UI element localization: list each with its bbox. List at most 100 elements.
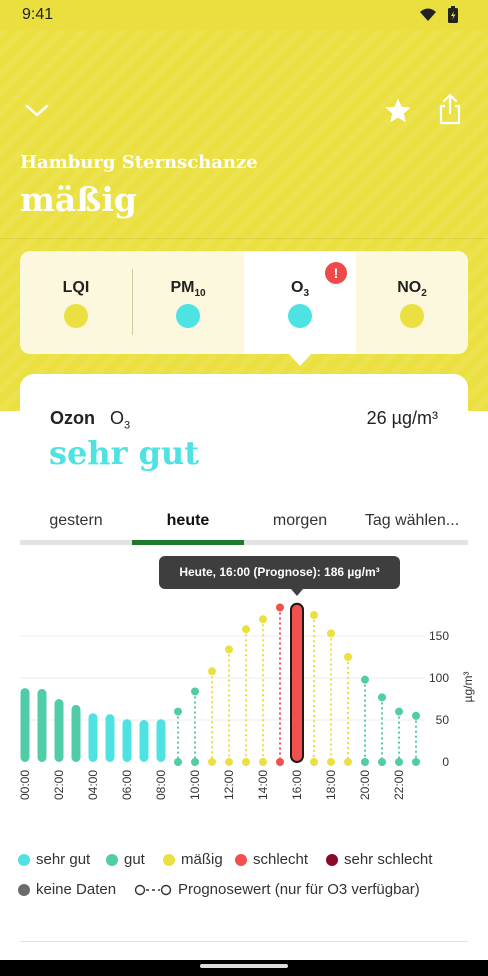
no2-status-dot <box>400 304 424 328</box>
pollutant-selector: LQI PM10 O3 ! NO2 <box>20 251 468 366</box>
tab-no2[interactable]: NO2 <box>356 251 468 354</box>
tab-o3[interactable]: O3 ! <box>244 251 356 366</box>
forecast-point <box>259 615 267 624</box>
x-tick-label: 00:00 <box>18 770 32 800</box>
legend-label: mäßig <box>181 851 223 868</box>
o3-status-dot <box>288 304 312 328</box>
pm10-status-dot <box>176 304 200 328</box>
x-tick-label: 04:00 <box>86 770 100 800</box>
x-tick-label: 10:00 <box>188 770 202 800</box>
measured-bar <box>71 704 81 762</box>
forecast-base-point <box>242 758 250 766</box>
forecast-marker-icon <box>134 884 172 896</box>
measured-bar <box>37 688 47 762</box>
tab-lqi-label: LQI <box>62 279 90 296</box>
forecast-base-point <box>225 758 233 766</box>
y-tick-label: 50 <box>436 713 450 727</box>
status-icons <box>418 6 468 29</box>
forecast-base-point <box>174 758 182 766</box>
selected-tab-caret <box>289 354 311 366</box>
x-tick-label: 22:00 <box>392 770 406 800</box>
x-tick-label: 06:00 <box>120 770 134 800</box>
lqi-status-dot <box>64 304 88 328</box>
selected-forecast-bar <box>290 602 304 764</box>
legend-dot <box>106 854 118 866</box>
legend-dot <box>235 854 247 866</box>
station-name: Hamburg Sternschanze <box>20 152 258 173</box>
measured-bar <box>88 713 98 762</box>
legend-label: sehr schlecht <box>344 851 433 868</box>
legend-dot <box>18 884 30 896</box>
forecast-base-point <box>412 758 420 766</box>
x-tick-label: 08:00 <box>154 770 168 800</box>
forecast-point <box>327 629 335 638</box>
forecast-base-point <box>310 758 318 766</box>
forecast-point <box>208 667 216 676</box>
ozone-hourly-chart[interactable]: 0 50 100 150 µg/m³ 00:00 02:00 04:00 06:00 08:00 1… <box>0 590 488 825</box>
measured-bar <box>156 719 166 762</box>
home-indicator[interactable] <box>200 964 288 968</box>
share-icon[interactable] <box>437 92 463 131</box>
tab-gestern[interactable]: gestern <box>20 505 132 545</box>
forecast-point <box>395 707 403 716</box>
forecast-base-point <box>344 758 352 766</box>
legend-row: sehr gut gut mäßig schlecht sehr schlech… <box>18 848 478 878</box>
y-tick-label: 0 <box>442 755 449 769</box>
forecast-point <box>191 687 199 696</box>
pollutant-formula: O3 <box>110 408 131 432</box>
legend-row: keine Daten Prognosewert (nur für O3 ver… <box>18 878 478 908</box>
x-tick-label: 18:00 <box>324 770 338 800</box>
status-bar: 9:41 <box>0 0 488 30</box>
measured-bar <box>105 714 115 762</box>
forecast-point <box>361 675 369 684</box>
forecast-base-point <box>327 758 335 766</box>
forecast-point <box>276 603 284 612</box>
chart-legend: sehr gut gut mäßig schlecht sehr schlech… <box>18 848 478 908</box>
legend-label: sehr gut <box>36 851 91 868</box>
forecast-point <box>242 625 250 634</box>
legend-dot <box>326 854 338 866</box>
tab-tag-waehlen[interactable]: Tag wählen... <box>356 505 468 545</box>
forecast-base-point <box>395 758 403 766</box>
tab-lqi[interactable]: LQI <box>20 251 132 354</box>
bottom-divider <box>20 941 468 942</box>
measured-bar <box>139 720 149 762</box>
pollutant-rating: sehr gut <box>49 434 200 472</box>
chevron-down-icon[interactable] <box>24 102 50 125</box>
legend-dot <box>163 854 175 866</box>
forecast-point <box>310 611 318 619</box>
legend-label: Prognosewert (nur für O3 verfügbar) <box>178 881 420 898</box>
forecast-base-point <box>259 758 267 766</box>
alert-icon: ! <box>325 262 347 284</box>
x-tick-label: 14:00 <box>256 770 270 800</box>
forecast-base-point <box>208 758 216 766</box>
day-tab-indicator <box>132 540 244 545</box>
tab-pm10[interactable]: PM10 <box>132 251 244 354</box>
measured-bar <box>20 688 30 762</box>
star-icon[interactable] <box>383 96 413 131</box>
legend-label: schlecht <box>253 851 309 868</box>
forecast-point <box>174 707 182 716</box>
y-tick-label: 100 <box>429 671 449 685</box>
tab-heute[interactable]: heute <box>132 505 244 545</box>
forecast-point <box>412 711 420 720</box>
y-tick-label: 150 <box>429 629 449 643</box>
legend-label: keine Daten <box>36 881 117 898</box>
measured-bar <box>54 699 64 762</box>
status-time: 9:41 <box>22 6 54 23</box>
forecast-point <box>225 645 233 654</box>
tab-no2-label: NO2 <box>397 279 427 300</box>
x-tick-label: 20:00 <box>358 770 372 800</box>
tab-morgen[interactable]: morgen <box>244 505 356 545</box>
forecast-point <box>344 653 352 661</box>
pollutant-value: 26 µg/m³ <box>366 408 438 428</box>
y-axis-label: µg/m³ <box>461 672 475 703</box>
chart-tooltip: Heute, 16:00 (Prognose): 186 µg/m³ <box>159 556 400 589</box>
day-tabs: gestern heute morgen Tag wählen... <box>20 505 468 545</box>
forecast-base-point <box>191 758 199 766</box>
day-tabs-track <box>20 540 468 545</box>
legend-label: gut <box>124 851 145 868</box>
x-tick-label: 02:00 <box>52 770 66 800</box>
navigation-bar <box>0 960 488 976</box>
x-tick-label: 16:00 <box>290 770 304 800</box>
